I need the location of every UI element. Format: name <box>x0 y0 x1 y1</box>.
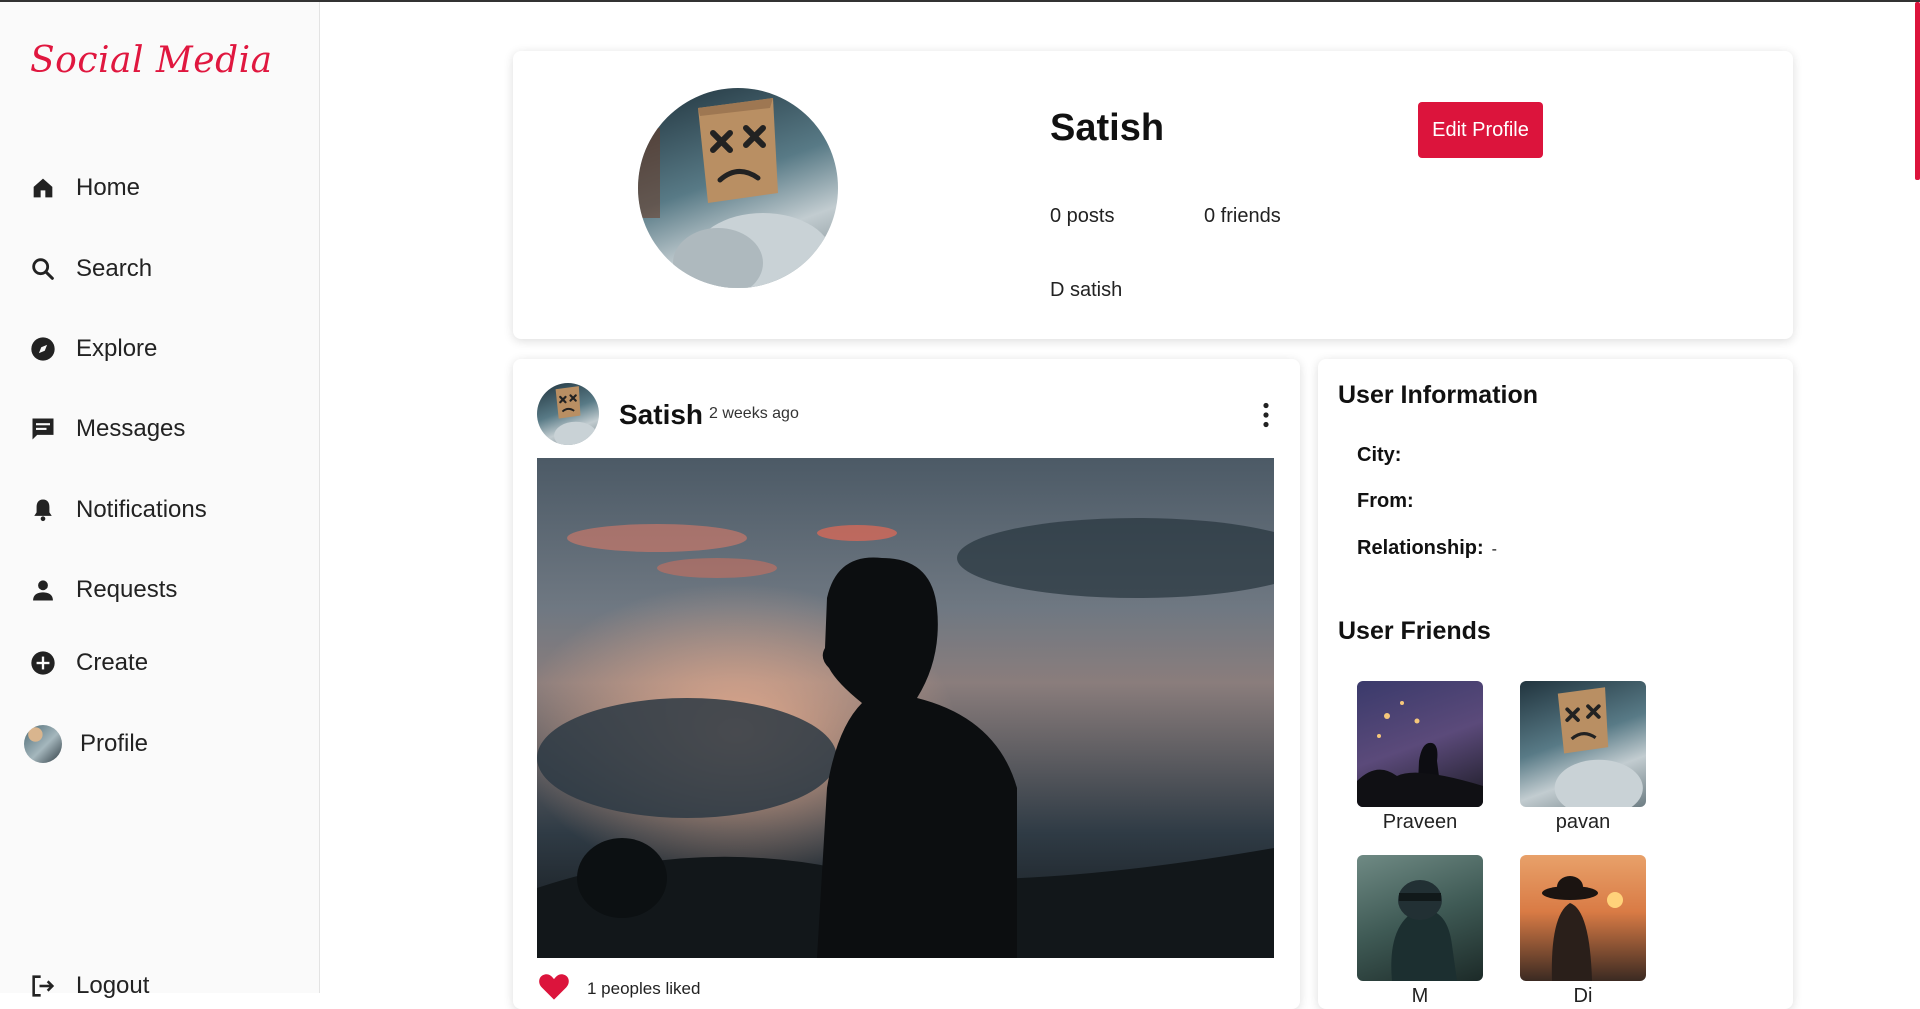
sidebar-item-label: Search <box>76 255 153 282</box>
compass-icon <box>26 332 60 366</box>
friend-name: pavan <box>1555 811 1611 833</box>
friends-count[interactable]: 0 friends <box>1204 205 1281 228</box>
user-info-title: User Information <box>1338 381 1539 409</box>
sidebar-item-label: Logout <box>76 972 150 999</box>
sidebar: Social Media Home Search Explore Message… <box>0 2 320 999</box>
post-image[interactable] <box>537 458 1274 958</box>
sidebar-item-profile[interactable]: Profile <box>24 724 148 764</box>
friend-item[interactable]: Praveen <box>1357 681 1483 834</box>
profile-name: Satish <box>1050 107 1165 149</box>
profile-full-name: D satish <box>1050 279 1123 301</box>
friend-photo <box>1357 681 1483 807</box>
friend-name: Praveen <box>1382 811 1458 833</box>
city-label: City: <box>1357 444 1402 466</box>
brand-logo[interactable]: Social Media <box>30 40 273 81</box>
sidebar-item-notifications[interactable]: Notifications <box>26 490 207 530</box>
logout-icon <box>26 969 60 1003</box>
plus-circle-icon <box>26 646 60 680</box>
heart-icon[interactable] <box>537 971 571 1006</box>
posts-count: 0 posts <box>1050 205 1115 227</box>
from-row: From: <box>1357 490 1422 513</box>
friend-item[interactable]: pavan <box>1520 681 1646 834</box>
sidebar-item-explore[interactable]: Explore <box>26 329 157 369</box>
friend-photo <box>1520 681 1646 807</box>
from-label: From: <box>1357 490 1414 512</box>
sidebar-item-home[interactable]: Home <box>26 168 140 208</box>
sidebar-item-requests[interactable]: Requests <box>26 570 177 610</box>
friend-name: M <box>1411 985 1429 1007</box>
sidebar-item-label: Notifications <box>76 496 207 523</box>
sidebar-item-label: Messages <box>76 415 186 442</box>
sidebar-item-logout[interactable]: Logout <box>26 966 149 1006</box>
user-info-card: User Information City: From: Relationshi… <box>1318 359 1793 1009</box>
sidebar-item-label: Profile <box>80 730 149 757</box>
home-icon <box>26 171 60 205</box>
user-friends-title: User Friends <box>1338 617 1491 645</box>
sidebar-item-label: Explore <box>76 335 158 362</box>
more-vert-icon[interactable] <box>1251 397 1281 433</box>
person-icon <box>26 573 60 607</box>
relationship-label: Relationship: <box>1357 537 1484 559</box>
post-timestamp: 2 weeks ago <box>709 405 799 422</box>
friend-item[interactable]: M <box>1357 855 1483 1008</box>
like-count: 1 peoples liked <box>587 978 701 998</box>
sidebar-item-messages[interactable]: Messages <box>26 409 185 449</box>
friend-name: Di <box>1573 985 1593 1007</box>
search-icon <box>26 252 60 286</box>
sidebar-item-create[interactable]: Create <box>26 643 148 683</box>
post-author-name[interactable]: Satish <box>619 399 703 431</box>
post-author-avatar[interactable] <box>537 383 599 445</box>
sidebar-item-label: Create <box>76 649 149 676</box>
sidebar-item-label: Home <box>76 174 141 201</box>
avatar <box>24 725 62 763</box>
like-row: 1 peoples liked <box>537 971 700 1006</box>
friend-photo <box>1520 855 1646 981</box>
sidebar-item-search[interactable]: Search <box>26 249 152 289</box>
relationship-row: Relationship: - <box>1357 537 1497 560</box>
sidebar-item-label: Requests <box>76 576 178 603</box>
friend-photo <box>1357 855 1483 981</box>
profile-avatar[interactable] <box>638 88 838 288</box>
city-row: City: <box>1357 444 1409 467</box>
friend-item[interactable]: Di <box>1520 855 1646 1008</box>
profile-header-card: Satish Edit Profile 0 posts 0 friends D … <box>513 51 1793 339</box>
relationship-value: - <box>1491 541 1497 558</box>
scrollbar-thumb[interactable] <box>1915 2 1920 180</box>
bell-icon <box>26 493 60 527</box>
post-card: Satish 2 weeks ago 1 peoples liked <box>513 359 1300 1009</box>
message-icon <box>26 412 60 446</box>
edit-profile-button[interactable]: Edit Profile <box>1418 102 1543 158</box>
